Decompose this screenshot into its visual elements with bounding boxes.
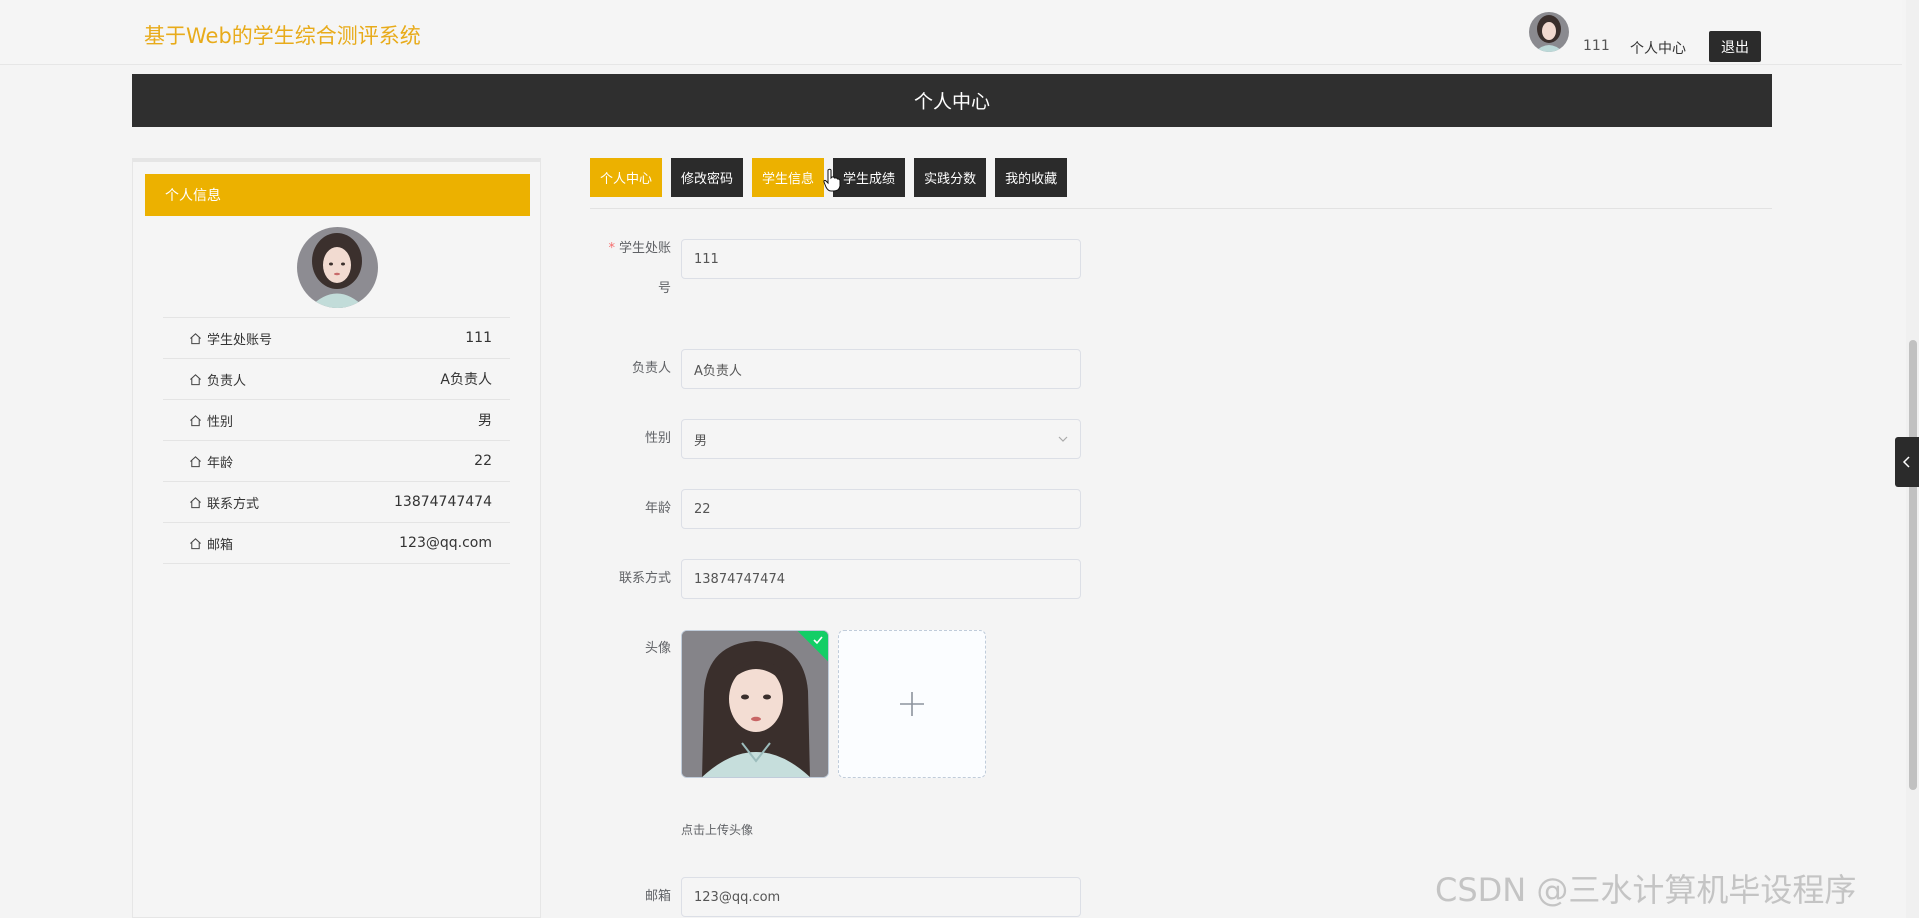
home-icon [190,455,201,467]
home-icon [190,373,201,385]
site-title[interactable]: 基于Web的学生综合测评系统 [144,20,421,50]
avatar-image [297,227,378,308]
account-label-text: 学生处账 [618,241,671,256]
tab-my-favorites[interactable]: 我的收藏 [995,158,1068,197]
gender-select-value: 男 [694,433,708,449]
home-icon [190,332,201,344]
tab-practice-score[interactable]: 实践分数 [914,158,987,197]
profile-card-heading: 个人信息 [145,174,530,216]
hand-pointer-icon [823,168,841,192]
tab-divider [590,208,1772,209]
upload-avatar-button[interactable] [838,630,986,778]
email-input[interactable]: 123@qq.com [681,877,1081,917]
logout-button[interactable]: 退出 [1709,31,1761,62]
avatar-image [682,631,828,777]
tab-student-grades[interactable]: 学生成绩 [833,158,906,197]
chevron-down-icon [1058,436,1068,442]
info-label: 性别 [207,414,234,430]
gender-label: 性别 [644,431,671,446]
avatar-image [1529,12,1569,52]
info-value: 22 [474,453,492,469]
tab-student-info[interactable]: 学生信息 [752,158,825,197]
info-label: 邮箱 [207,537,234,553]
home-icon [190,414,201,426]
email-label: 邮箱 [644,889,671,904]
personal-center-link[interactable]: 个人中心 [1630,38,1686,58]
header-avatar[interactable] [1529,12,1569,52]
info-row-age: 年龄 22 [163,441,510,482]
tab-personal-center[interactable]: 个人中心 [590,158,663,197]
info-label: 联系方式 [207,496,260,512]
header-username: 111 [1583,38,1610,54]
manager-input[interactable]: A负责人 [681,349,1081,389]
profile-info-list: 学生处账号 111 负责人 A负责人 性别 男 年龄 22 联系方式 13874… [163,317,510,564]
info-value: 111 [465,330,492,346]
info-value: 123@qq.com [399,535,492,551]
account-label: * 学生处账 号 [591,239,671,299]
csdn-watermark: CSDN @三水计算机毕设程序 [1435,871,1857,909]
age-input[interactable]: 22 [681,489,1081,529]
profile-card: 个人信息 学生处账号 111 负责人 A负责人 性别 男 年龄 22 联系方式 … [132,158,541,918]
info-value: A负责人 [440,372,492,388]
info-label: 负责人 [207,373,247,389]
upload-tip: 点击上传头像 [681,823,754,837]
chevron-left-icon [1902,456,1910,468]
info-value: 男 [478,413,492,429]
info-row-phone: 联系方式 13874747474 [163,482,510,523]
plus-icon [900,692,924,716]
side-panel-toggle[interactable] [1895,437,1919,487]
info-label: 学生处账号 [207,332,273,348]
manager-label: 负责人 [631,361,671,376]
required-mark: * [608,241,615,256]
info-label: 年龄 [207,455,234,471]
info-row-manager: 负责人 A负责人 [163,359,510,400]
account-label-text-2: 号 [657,281,671,296]
info-row-gender: 性别 男 [163,400,510,441]
info-row-email: 邮箱 123@qq.com [163,523,510,564]
check-icon [813,636,823,645]
gender-select[interactable]: 男 [681,419,1081,459]
home-icon [190,496,201,508]
profile-avatar [297,227,378,308]
avatar-label: 头像 [644,641,671,656]
phone-input[interactable]: 13874747474 [681,559,1081,599]
scrollbar-thumb[interactable] [1909,340,1917,790]
top-header: 基于Web的学生综合测评系统 111 个人中心 退出 [0,0,1902,65]
home-icon [190,537,201,549]
info-row-account: 学生处账号 111 [163,318,510,359]
uploaded-avatar-thumbnail[interactable] [681,630,829,778]
info-value: 13874747474 [394,494,492,510]
phone-label: 联系方式 [618,571,671,586]
account-input[interactable]: 111 [681,239,1081,279]
tab-change-password[interactable]: 修改密码 [671,158,744,197]
page-title-banner: 个人中心 [132,74,1772,127]
age-label: 年龄 [644,501,671,516]
